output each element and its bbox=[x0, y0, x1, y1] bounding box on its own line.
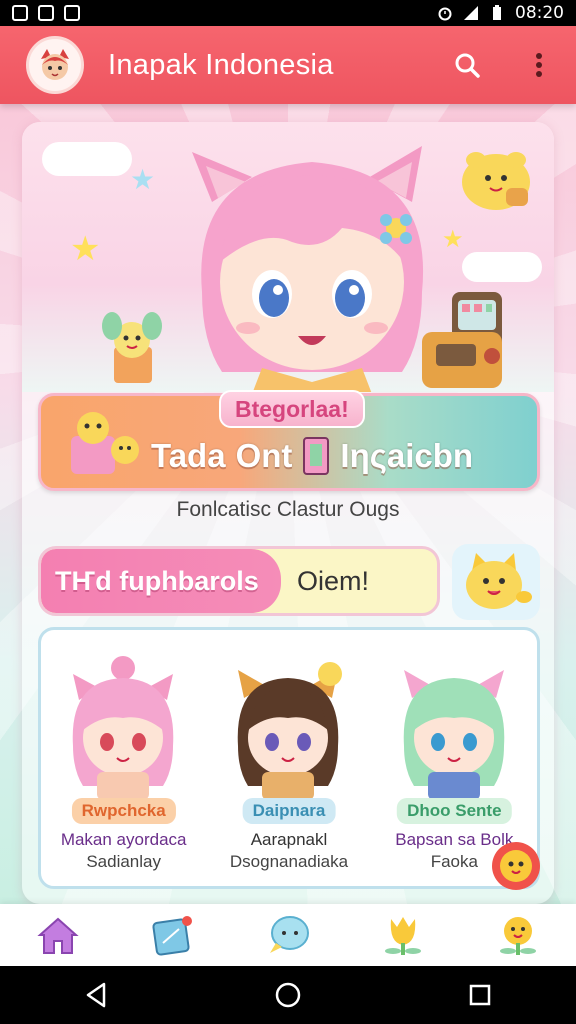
home-icon[interactable] bbox=[28, 909, 88, 961]
banner-title-part3: Iηςaicbn bbox=[340, 437, 474, 474]
character-list: Rwpchcka Makan ayordaca Sadianlay Daipna… bbox=[38, 627, 540, 889]
bee-mascot-icon bbox=[462, 152, 530, 210]
app-bar: Inapak Indonesia bbox=[0, 26, 576, 104]
flower-icon[interactable] bbox=[488, 909, 548, 961]
banner-title-part1: Tada bbox=[151, 437, 226, 474]
banner-title-part2: Ont bbox=[235, 437, 293, 474]
character-badge: Dhoo Sente bbox=[397, 798, 512, 824]
star-icon: ★ bbox=[130, 164, 156, 195]
clock: 08:20 bbox=[515, 3, 564, 23]
image-icon bbox=[12, 5, 28, 21]
character-badge: Rwpchcka bbox=[71, 798, 176, 824]
star-icon: ★ bbox=[70, 230, 101, 268]
brown-girl-illustration bbox=[238, 662, 343, 800]
cloud-decoration bbox=[462, 252, 542, 282]
mascot-avatar-icon[interactable] bbox=[26, 36, 84, 94]
app-title: Inapak Indonesia bbox=[108, 48, 334, 81]
sticker-icon[interactable] bbox=[143, 909, 203, 961]
pink-girl-illustration bbox=[72, 656, 174, 800]
hero-illustration: ★ ★ ★ bbox=[22, 122, 554, 392]
tulip-icon[interactable] bbox=[373, 909, 433, 961]
character-card[interactable]: Rwpchcka Makan ayordaca Sadianlay bbox=[41, 630, 206, 886]
flower-mascot-icon bbox=[492, 842, 540, 890]
banner-subtitle: Fonlcatisc Clastur Ougs bbox=[176, 498, 400, 521]
banner-title: Tada Ont Iηςaicbn bbox=[151, 436, 473, 476]
character-subname: Dsognanadiaka bbox=[229, 852, 349, 871]
plant-mascot-icon bbox=[102, 312, 162, 383]
signal-icon bbox=[464, 6, 478, 20]
recents-icon[interactable] bbox=[460, 975, 500, 1015]
pill-left-label: TҤd fuphbarols bbox=[41, 549, 281, 613]
mascot-cup-icon bbox=[71, 412, 139, 474]
mascot-cat-button[interactable] bbox=[452, 544, 540, 620]
banner-badge: Btegorlaa! bbox=[219, 390, 365, 428]
character-name: Makan ayordaca bbox=[60, 830, 187, 849]
cat-mascot-icon bbox=[466, 553, 532, 609]
green-girl-illustration bbox=[403, 670, 504, 800]
promo-banner[interactable]: Btegorlaa! Tada Ont Iηςaicbn bbox=[38, 390, 540, 491]
message-icon bbox=[38, 5, 54, 21]
notebook-icon bbox=[303, 437, 330, 475]
status-notifications bbox=[12, 5, 80, 21]
status-bar: 08:20 bbox=[0, 0, 576, 26]
character-name: Aarapnakl bbox=[250, 830, 328, 849]
anime-girl-illustration bbox=[192, 146, 424, 392]
system-navigation bbox=[0, 966, 576, 1024]
battery-icon bbox=[493, 5, 501, 20]
search-icon[interactable] bbox=[450, 48, 484, 82]
character-subname: Sadianlay bbox=[86, 852, 161, 871]
category-pill[interactable]: TҤd fuphbarols Oiem! bbox=[38, 546, 440, 616]
pill-right-label: Oiem! bbox=[297, 565, 370, 596]
home-circle-icon[interactable] bbox=[268, 975, 308, 1015]
chat-icon[interactable] bbox=[258, 909, 318, 961]
bottom-navigation bbox=[0, 904, 576, 966]
character-card[interactable]: Daipnara Aarapnakl Dsognanadiaka bbox=[206, 630, 371, 886]
alarm-icon bbox=[438, 7, 452, 21]
more-vert-icon[interactable] bbox=[522, 48, 556, 82]
back-icon[interactable] bbox=[76, 975, 116, 1015]
photo-icon bbox=[64, 5, 80, 21]
cloud-decoration bbox=[42, 142, 132, 176]
character-badge: Daipnara bbox=[242, 798, 336, 824]
